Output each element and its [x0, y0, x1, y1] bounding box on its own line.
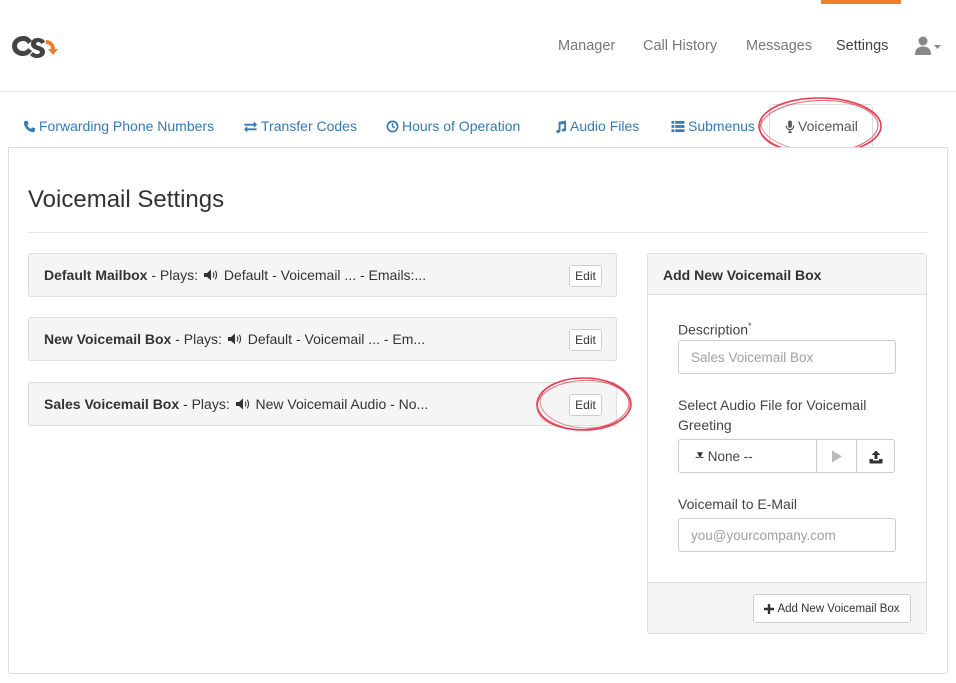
mailbox-summary: Default Mailbox - Plays: Default - Voice…	[44, 267, 426, 283]
tab-label: Hours of Operation	[402, 118, 521, 134]
mailbox-summary: Sales Voicemail Box - Plays: New Voicema…	[44, 396, 428, 412]
mailbox-name: Default Mailbox	[44, 267, 148, 283]
description-input[interactable]	[678, 340, 896, 374]
email-input[interactable]	[678, 518, 896, 552]
mailbox-name: Sales Voicemail Box	[44, 396, 180, 412]
plus-icon	[764, 603, 775, 614]
music-icon	[556, 119, 567, 133]
mailbox-row-sales: Sales Voicemail Box - Plays: New Voicema…	[28, 382, 617, 426]
phone-icon	[23, 120, 36, 132]
audio-file-select[interactable]: -- None -- ▼	[678, 439, 817, 473]
tab-forwarding-phone-numbers[interactable]: Forwarding Phone Numbers	[23, 118, 214, 134]
mailbox-plays-label: - Plays:	[147, 267, 202, 283]
mailbox-plays-label: - Plays:	[179, 396, 234, 412]
upload-audio-button[interactable]	[856, 439, 895, 473]
page-title: Voicemail Settings	[28, 186, 225, 213]
mailbox-name: New Voicemail Box	[44, 331, 172, 347]
tab-label: Forwarding Phone Numbers	[39, 118, 215, 134]
clock-icon	[386, 120, 399, 132]
upload-icon	[869, 450, 883, 464]
mailbox-summary: New Voicemail Box - Plays: Default - Voi…	[44, 331, 425, 347]
panel-footer: Add New Voicemail Box	[648, 582, 926, 633]
edit-button[interactable]: Edit	[569, 394, 602, 416]
mailbox-details: New Voicemail Audio - No...	[251, 396, 429, 412]
mailbox-plays-label: - Plays:	[171, 331, 226, 347]
nav-manager[interactable]: Manager	[558, 38, 615, 54]
audio-file-label: Select Audio File for Voicemail Greeting	[678, 397, 867, 433]
description-label-text: Description	[678, 321, 749, 338]
volume-up-icon	[203, 269, 217, 281]
edit-button[interactable]: Edit	[569, 329, 602, 351]
tab-hours-of-operation[interactable]: Hours of Operation	[386, 118, 520, 134]
nav-call-history[interactable]: Call History	[643, 38, 717, 54]
settings-subtabs: Forwarding Phone Numbers Transfer Codes …	[0, 104, 956, 148]
caret-down-icon: ▼	[695, 450, 705, 461]
panel-heading: Add New Voicemail Box	[648, 254, 926, 295]
tab-transfer-codes[interactable]: Transfer Codes	[243, 118, 357, 134]
play-audio-button[interactable]	[816, 439, 857, 473]
panel-title: Add New Voicemail Box	[663, 267, 822, 283]
tab-submenus[interactable]: Submenus	[671, 118, 755, 134]
mailbox-row-new: New Voicemail Box - Plays: Default - Voi…	[28, 317, 617, 361]
list-icon	[671, 120, 685, 132]
tab-audio-files[interactable]: Audio Files	[554, 118, 639, 134]
caret-down-icon	[934, 45, 941, 49]
tab-label: Transfer Codes	[261, 118, 357, 134]
tab-label: Voicemail	[798, 118, 858, 134]
mailbox-details: Default - Voicemail ... - Em...	[243, 331, 426, 347]
add-voicemail-panel: Add New Voicemail Box Description* Selec…	[647, 253, 927, 634]
tab-voicemail[interactable]: Voicemail	[785, 118, 858, 134]
add-button-label: Add New Voicemail Box	[777, 602, 900, 615]
top-navbar: Manager Call History Messages Settings	[0, 0, 956, 92]
mailbox-details: Default - Voicemail ... - Emails:...	[219, 267, 427, 283]
user-dropdown[interactable]	[914, 36, 944, 56]
microphone-icon	[785, 119, 795, 133]
volume-up-icon	[227, 333, 241, 345]
mailbox-row-default: Default Mailbox - Plays: Default - Voice…	[28, 253, 617, 297]
edit-button[interactable]: Edit	[569, 265, 602, 287]
brand-logo-icon[interactable]	[10, 32, 58, 60]
required-mark: *	[748, 321, 752, 331]
email-label: Voicemail to E-Mail	[678, 496, 798, 512]
nav-messages[interactable]: Messages	[746, 38, 812, 54]
play-icon	[832, 450, 842, 463]
exchange-icon	[244, 120, 257, 133]
user-icon	[915, 36, 931, 55]
title-divider	[28, 232, 928, 233]
tab-label: Audio Files	[570, 118, 640, 134]
add-voicemail-box-button[interactable]: Add New Voicemail Box	[753, 594, 911, 623]
volume-up-icon	[235, 398, 249, 410]
nav-settings[interactable]: Settings	[836, 38, 888, 54]
description-label: Description*	[678, 316, 752, 340]
active-nav-indicator	[821, 0, 901, 4]
tab-label: Submenus	[688, 118, 755, 134]
